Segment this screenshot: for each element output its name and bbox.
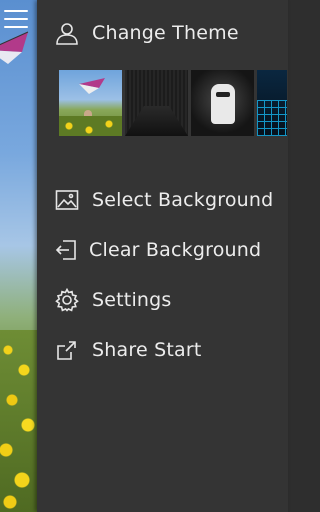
kite-image	[0, 31, 29, 64]
theme-thumb-dark-texture[interactable]	[125, 70, 188, 136]
settings-label: Settings	[92, 289, 172, 311]
share-start-label: Share Start	[92, 339, 202, 361]
clear-background-label: Clear Background	[89, 239, 262, 261]
change-theme-item[interactable]: Change Theme	[37, 8, 288, 58]
background-preview-strip[interactable]	[0, 0, 37, 512]
theme-thumb-blue-grid[interactable]	[257, 70, 287, 136]
settings-item[interactable]: Settings	[37, 275, 288, 325]
user-icon	[54, 20, 80, 46]
select-background-item[interactable]: Select Background	[37, 175, 288, 225]
theme-thumbnails	[59, 70, 287, 136]
sign-out-icon	[54, 237, 80, 263]
clear-background-item[interactable]: Clear Background	[37, 225, 288, 275]
theme-thumb-kite-field[interactable]	[59, 70, 122, 136]
change-theme-label: Change Theme	[92, 22, 239, 44]
theme-thumb-stormtrooper[interactable]	[191, 70, 254, 136]
flower-field-image	[0, 330, 37, 512]
gear-icon	[54, 287, 80, 313]
select-background-label: Select Background	[92, 189, 274, 211]
settings-drawer: Change Theme Select Background Clear Bac…	[37, 0, 288, 512]
hamburger-icon[interactable]	[4, 8, 28, 30]
share-start-item[interactable]: Share Start	[37, 325, 288, 375]
share-icon	[54, 337, 80, 363]
image-icon	[54, 187, 80, 213]
